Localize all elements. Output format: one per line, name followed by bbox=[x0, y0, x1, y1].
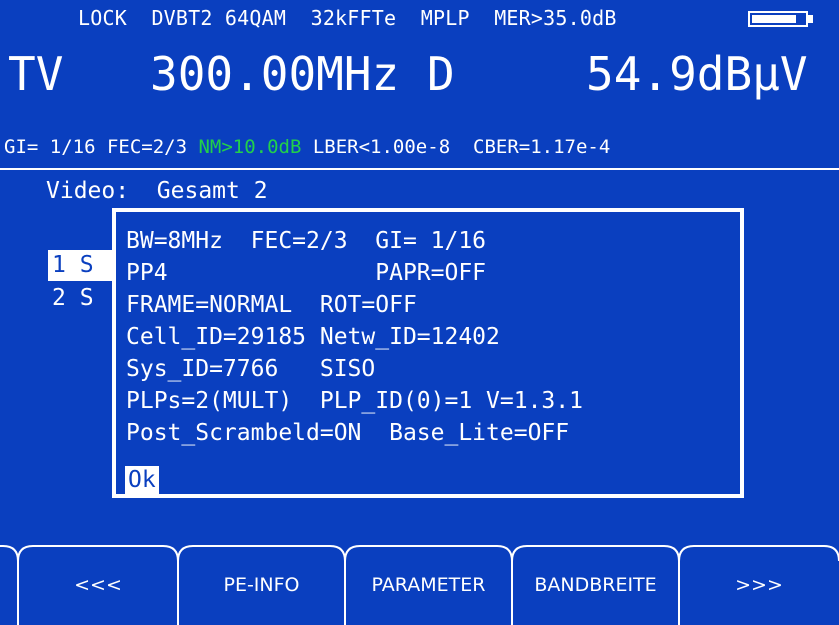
softkey-next[interactable]: >>> bbox=[679, 570, 839, 600]
softkey-bandbreite[interactable]: BANDBREITE bbox=[512, 570, 679, 600]
softkey-frames bbox=[0, 545, 839, 625]
softkey-parameter[interactable]: PARAMETER bbox=[345, 570, 512, 600]
softkey-prev[interactable]: <<< bbox=[18, 570, 178, 600]
softkey-pe-info[interactable]: PE-INFO bbox=[178, 570, 345, 600]
